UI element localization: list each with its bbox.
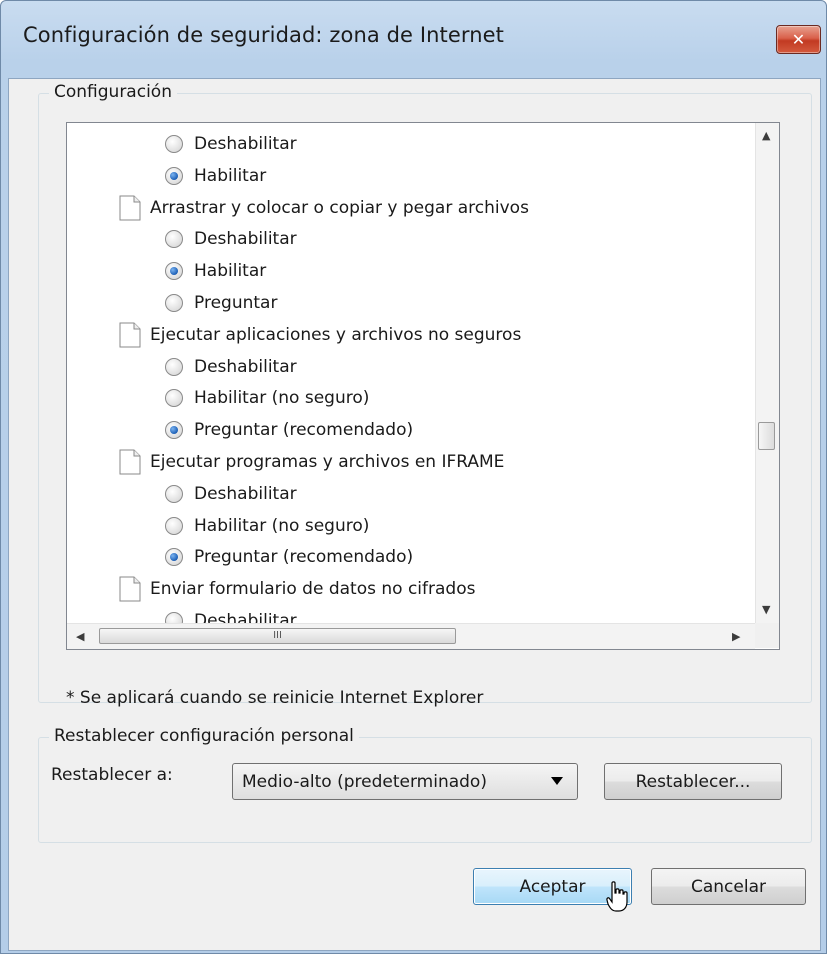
setting-option-label: Deshabilitar — [194, 356, 297, 377]
setting-option-label: Deshabilitar — [194, 134, 297, 154]
vertical-scroll-thumb[interactable] — [758, 422, 775, 450]
radio-button[interactable] — [165, 166, 183, 185]
setting-option-label: Preguntar — [194, 293, 278, 313]
setting-option[interactable]: Habilitar — [165, 160, 266, 192]
reset-to-label: Restablecer a: — [51, 765, 173, 785]
hand-cursor-icon — [606, 881, 628, 912]
reset-group: Restablecer configuración personal Resta… — [38, 726, 812, 843]
scroll-left-arrow-icon[interactable]: ◀ — [76, 630, 84, 643]
close-button[interactable]: ✕ — [776, 25, 821, 54]
document-icon — [119, 322, 141, 348]
setting-category-label: Ejecutar aplicaciones y archivos no segu… — [150, 324, 522, 345]
setting-option[interactable]: Habilitar (no seguro) — [165, 382, 369, 414]
radio-button[interactable] — [165, 294, 183, 312]
reset-button[interactable]: Restablecer... — [604, 763, 782, 800]
setting-category: Ejecutar programas y archivos en IFRAME — [119, 446, 504, 478]
security-settings-dialog: Configuración de seguridad: zona de Inte… — [0, 0, 827, 954]
setting-category: Enviar formulario de datos no cifrados — [119, 573, 475, 605]
radio-button[interactable] — [165, 548, 183, 567]
reset-level-dropdown[interactable]: Medio-alto (predeterminado) — [232, 763, 578, 800]
setting-option[interactable]: Preguntar (recomendado) — [165, 541, 413, 573]
setting-option-label: Habilitar — [194, 165, 267, 186]
radio-button[interactable] — [165, 262, 183, 281]
radio-button[interactable] — [165, 230, 183, 249]
scroll-down-arrow-icon[interactable]: ▼ — [762, 603, 770, 616]
setting-category-label: Ejecutar programas y archivos en IFRAME — [150, 452, 505, 472]
setting-option[interactable]: Habilitar — [165, 255, 266, 287]
setting-option-label: Habilitar (no seguro) — [194, 515, 370, 536]
setting-category-label: Arrastrar y colocar o copiar y pegar arc… — [150, 197, 529, 218]
document-icon — [119, 195, 141, 221]
setting-option[interactable]: Deshabilitar — [165, 351, 297, 383]
setting-option[interactable]: Deshabilitar — [165, 223, 297, 255]
close-icon: ✕ — [791, 30, 806, 49]
setting-option-label: Deshabilitar — [194, 229, 297, 250]
settings-group-legend: Configuración — [49, 82, 177, 102]
cancel-button[interactable]: Cancelar — [651, 868, 806, 905]
radio-button[interactable] — [165, 484, 183, 503]
setting-option[interactable]: Habilitar (no seguro) — [165, 510, 369, 542]
setting-option[interactable]: Deshabilitar — [165, 605, 297, 623]
scroll-right-arrow-icon[interactable]: ▶ — [732, 630, 740, 643]
radio-button[interactable] — [165, 357, 183, 376]
setting-category: Arrastrar y colocar o copiar y pegar arc… — [119, 192, 529, 224]
settings-list[interactable]: Deshabilitar Habilitar Arrastrar y colocar… — [67, 123, 755, 623]
radio-button[interactable] — [165, 135, 183, 153]
setting-option-label: Habilitar — [194, 261, 267, 282]
radio-button[interactable] — [165, 421, 183, 440]
vertical-scrollbar[interactable]: ▲ ▼ — [755, 123, 779, 623]
setting-option[interactable]: Deshabilitar — [165, 478, 297, 510]
settings-listbox[interactable]: Deshabilitar Habilitar Arrastrar y colocar… — [66, 122, 780, 650]
dropdown-arrow-icon — [551, 777, 563, 785]
radio-button[interactable] — [165, 516, 183, 535]
document-icon — [119, 449, 141, 475]
scrollbar-corner — [755, 623, 779, 648]
horizontal-scrollbar[interactable]: ◀ III ▶ — [67, 623, 755, 649]
setting-category: Ejecutar aplicaciones y archivos no segu… — [119, 319, 521, 351]
setting-option-label: Preguntar (recomendado) — [194, 547, 414, 568]
reset-level-value: Medio-alto (predeterminado) — [242, 771, 487, 792]
setting-option[interactable]: Deshabilitar — [165, 128, 297, 160]
setting-option-label: Deshabilitar — [194, 483, 297, 504]
setting-option-label: Deshabilitar — [194, 611, 297, 623]
setting-category-label: Enviar formulario de datos no cifrados — [150, 579, 476, 600]
horizontal-scroll-thumb[interactable]: III — [99, 628, 456, 644]
dialog-body: Configuración Deshabilitar Habilitar Arras… — [8, 78, 821, 951]
title-bar[interactable]: Configuración de seguridad: zona de Inte… — [1, 1, 826, 77]
restart-footnote: * Se aplicará cuando se reinicie Interne… — [66, 688, 484, 708]
window-title: Configuración de seguridad: zona de Inte… — [23, 23, 505, 47]
radio-button[interactable] — [165, 389, 183, 408]
scroll-up-arrow-icon[interactable]: ▲ — [762, 129, 770, 142]
settings-group: Configuración Deshabilitar Habilitar Arras… — [38, 82, 812, 708]
setting-option-label: Habilitar (no seguro) — [194, 388, 370, 409]
setting-option[interactable]: Preguntar — [165, 287, 277, 319]
document-icon — [119, 576, 141, 602]
scroll-grip-icon: III — [273, 630, 282, 641]
reset-group-legend: Restablecer configuración personal — [49, 726, 359, 746]
setting-option[interactable]: Preguntar (recomendado) — [165, 414, 413, 446]
radio-button[interactable] — [165, 612, 183, 623]
setting-option-label: Preguntar (recomendado) — [194, 420, 414, 441]
